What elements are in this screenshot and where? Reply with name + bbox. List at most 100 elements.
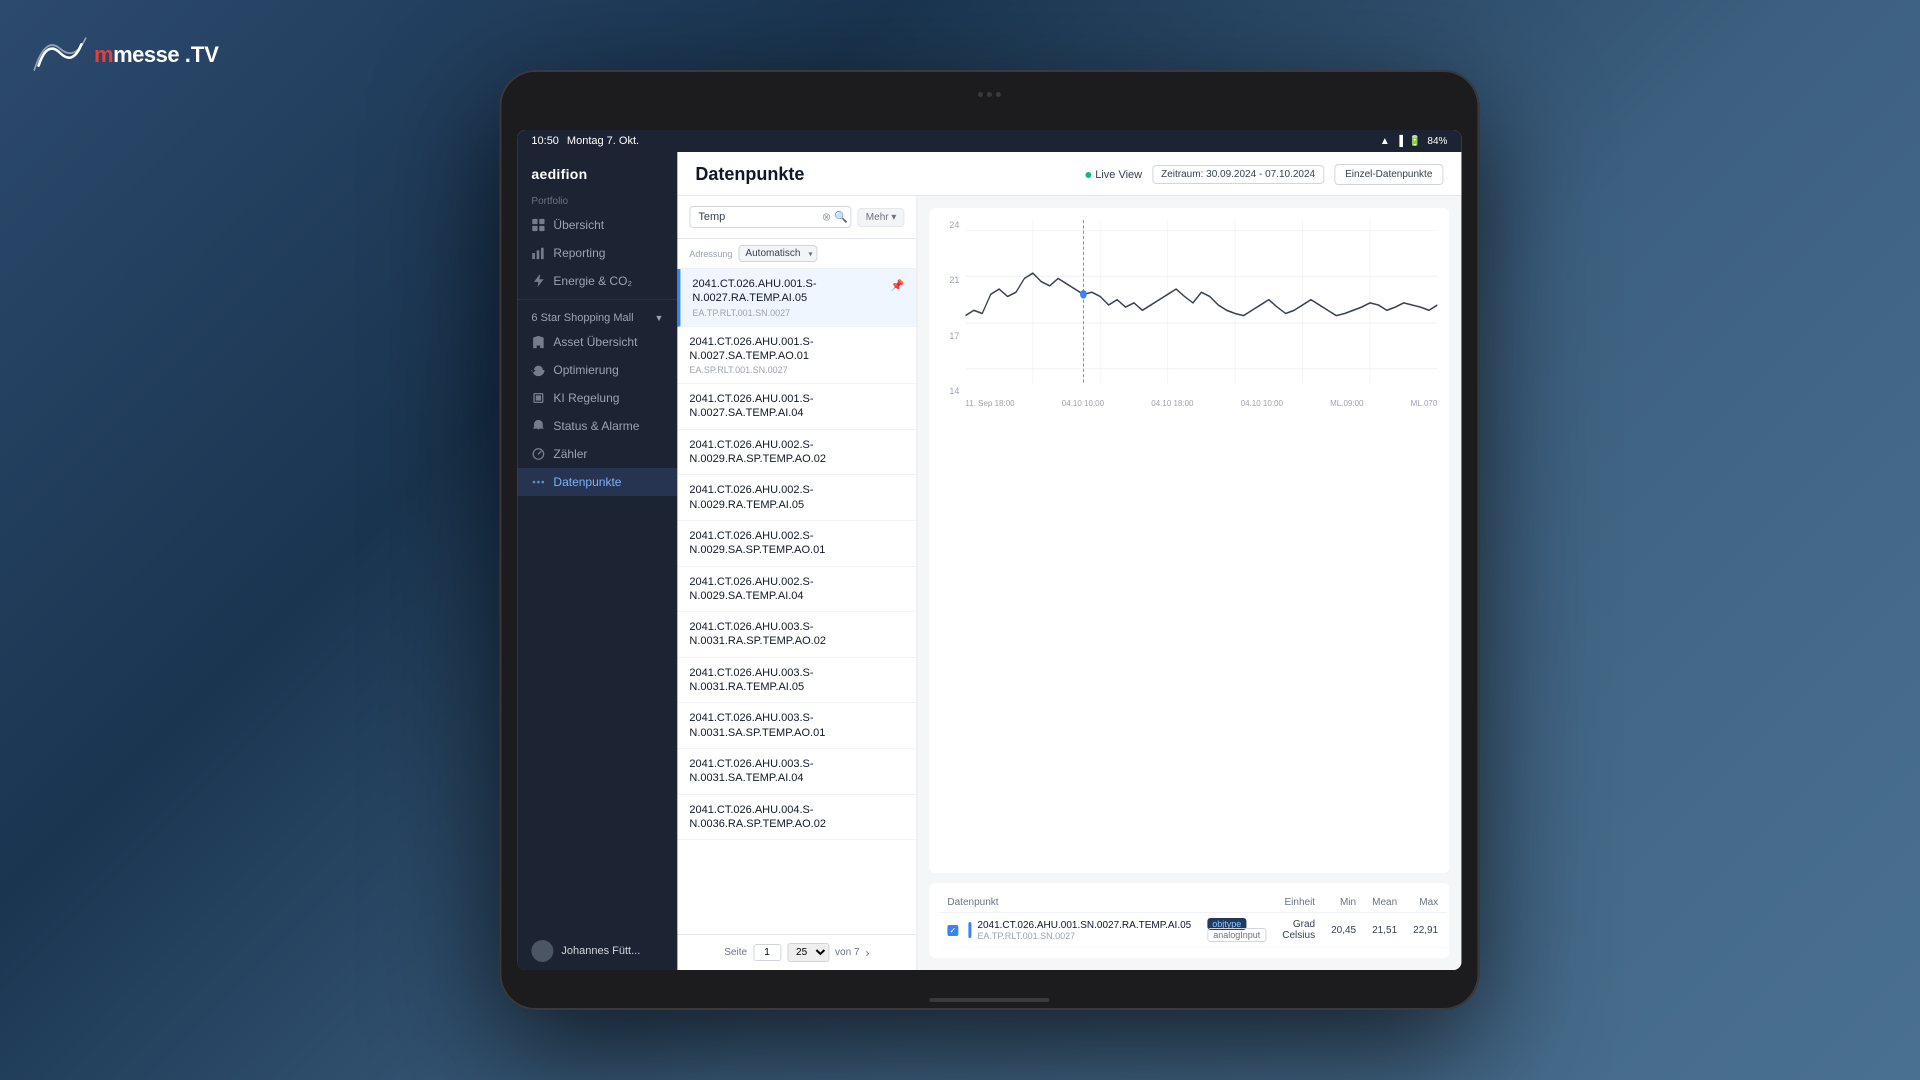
adressung-arrow-icon: ▾ <box>808 249 812 258</box>
list-item[interactable]: 2041.CT.026.AHU.002.S-N.0029.SA.SP.TEMP.… <box>677 521 916 567</box>
app-content: aedifion Portfolio Übersicht Reporting <box>517 152 1461 970</box>
tablet-frame: 10:50 Montag 7. Okt. ▲ ▐ 🔋 84% aedifion … <box>499 70 1479 1010</box>
sidebar-group-label[interactable]: 6 Star Shopping Mall ▼ <box>517 304 677 328</box>
building-icon <box>531 335 545 349</box>
col-header-tags <box>1199 893 1274 913</box>
chart-y-label-max: 24 <box>949 220 959 230</box>
row-max: 22,91 <box>1405 913 1446 948</box>
tablet-screen: 10:50 Montag 7. Okt. ▲ ▐ 🔋 84% aedifion … <box>517 130 1461 970</box>
tag-analoginput[interactable]: analogInput <box>1207 928 1266 942</box>
chart-x-labels: 11. Sep 18:00 04.10 10:00 04.10 18:00 04… <box>965 399 1437 408</box>
sidebar-energie-label: Energie & CO₂ <box>553 274 632 288</box>
list-item[interactable]: 2041.CT.026.AHU.001.S-N.0027.SA.TEMP.AO.… <box>677 327 916 385</box>
sidebar-ki-label: KI Regelung <box>553 391 619 405</box>
main-area: Datenpunkte Live View Zeitraum: 30.09.20… <box>677 152 1461 970</box>
color-indicator <box>968 922 971 938</box>
chart-x-6: ML.070 <box>1411 399 1438 408</box>
user-name: Johannes Fütt... <box>561 945 640 957</box>
chart-container: 24 21 17 14 <box>929 208 1449 873</box>
battery-percent: 84% <box>1427 136 1447 147</box>
sidebar-item-reporting[interactable]: Reporting <box>517 239 677 267</box>
refresh-icon <box>531 363 545 377</box>
row-min: 20,45 <box>1323 913 1364 948</box>
tablet-top-dots <box>978 92 1001 97</box>
export-button[interactable]: Einzel-Datenpunkte <box>1334 164 1443 185</box>
sidebar-zaehler-label: Zähler <box>553 447 587 461</box>
list-item[interactable]: 2041.CT.026.AHU.002.S-N.0029.SA.TEMP.AI.… <box>677 567 916 613</box>
live-view-label: Live View <box>1095 169 1142 181</box>
list-item[interactable]: 2041.CT.026.AHU.002.S-N.0029.RA.SP.TEMP.… <box>677 430 916 476</box>
list-item[interactable]: 2041.CT.026.AHU.002.S-N.0029.RA.TEMP.AI.… <box>677 475 916 521</box>
row-sub: EA.TP.RLT.001.SN.0027 <box>977 931 1191 941</box>
list-item[interactable]: 2041.CT.026.AHU.001.S-N.0027.RA.TEMP.AI.… <box>677 269 916 327</box>
pin-icon: 📌 <box>891 279 905 292</box>
adressung-label: Adressung <box>689 249 732 259</box>
chart-svg <box>965 220 1437 390</box>
live-view-button[interactable]: Live View <box>1085 169 1142 181</box>
list-item[interactable]: 2041.CT.026.AHU.003.S-N.0031.RA.TEMP.AI.… <box>677 658 916 704</box>
sidebar-item-uebersicht[interactable]: Übersicht <box>517 211 677 239</box>
sidebar-datenpunkte-label: Datenpunkte <box>553 475 621 489</box>
cpu-icon <box>531 391 545 405</box>
messe-logo-text: messe <box>113 42 179 67</box>
col-header-min: Min <box>1323 893 1364 913</box>
chart-y-label-mid1: 17 <box>949 331 959 341</box>
chart-x-3: 04.10 18:00 <box>1151 399 1193 408</box>
sidebar-group-name: 6 Star Shopping Mall <box>531 312 633 324</box>
sidebar-item-status-alarme[interactable]: Status & Alarme <box>517 412 677 440</box>
sidebar-item-energie[interactable]: Energie & CO₂ <box>517 267 677 295</box>
tablet-home-bar[interactable] <box>929 998 1049 1002</box>
battery-icon: 🔋 <box>1409 136 1421 147</box>
row-checkbox[interactable]: ✓ <box>947 925 958 936</box>
list-item[interactable]: 2041.CT.026.AHU.003.S-N.0031.SA.SP.TEMP.… <box>677 703 916 749</box>
messe-logo-suffix: .TV <box>185 42 219 67</box>
zeitraum-button[interactable]: Zeitraum: 30.09.2024 - 07.10.2024 <box>1152 165 1324 184</box>
col-header-datenpunkt: Datenpunkt <box>939 893 1199 913</box>
signal-icon: ▐ <box>1396 136 1403 147</box>
pagination-next-icon[interactable]: › <box>866 946 870 960</box>
search-wrap: ⊗ 🔍 <box>689 206 851 228</box>
chevron-down-icon: ▼ <box>654 313 663 323</box>
grid-icon <box>531 218 545 232</box>
sidebar-brand: aedifion <box>517 152 677 190</box>
bell-icon <box>531 419 545 433</box>
sidebar-item-asset-uebersicht[interactable]: Asset Übersicht <box>517 328 677 356</box>
chart-panel: 24 21 17 14 <box>917 196 1461 970</box>
sidebar-optimierung-label: Optimierung <box>553 363 618 377</box>
list-item[interactable]: 2041.CT.026.AHU.001.S-N.0027.SA.TEMP.AI.… <box>677 384 916 430</box>
status-date: Montag 7. Okt. <box>567 135 639 147</box>
list-item[interactable]: 2041.CT.026.AHU.003.S-N.0031.SA.TEMP.AI.… <box>677 749 916 795</box>
chart-x-1: 11. Sep 18:00 <box>965 399 1014 408</box>
dots-icon <box>531 475 545 489</box>
sidebar-item-datenpunkte[interactable]: Datenpunkte <box>517 468 677 496</box>
sidebar-item-optimierung[interactable]: Optimierung <box>517 356 677 384</box>
page-title: Datenpunkte <box>695 164 804 185</box>
chart-bar-icon <box>531 246 545 260</box>
sidebar-asset-label: Asset Übersicht <box>553 335 637 349</box>
user-footer: Johannes Fütt... <box>517 932 677 970</box>
sidebar-item-zaehler[interactable]: Zähler <box>517 440 677 468</box>
list-item[interactable]: 2041.CT.026.AHU.004.S-N.0036.RA.SP.TEMP.… <box>677 795 916 841</box>
list-item[interactable]: 2041.CT.026.AHU.003.S-N.0031.RA.SP.TEMP.… <box>677 612 916 658</box>
mehr-button[interactable]: Mehr ▾ <box>858 208 905 227</box>
search-icon[interactable]: ⊗ 🔍 <box>822 211 848 224</box>
sidebar-item-ki-regelung[interactable]: KI Regelung <box>517 384 677 412</box>
pagination-input[interactable] <box>753 944 781 961</box>
sidebar-divider <box>517 299 677 300</box>
messe-tv-logo: mmesse .TV <box>30 30 219 80</box>
data-list: 2041.CT.026.AHU.001.S-N.0027.RA.TEMP.AI.… <box>677 269 916 934</box>
status-bar: 10:50 Montag 7. Okt. ▲ ▐ 🔋 84% <box>517 130 1461 152</box>
chart-area: 11. Sep 18:00 04.10 10:00 04.10 18:00 04… <box>965 220 1437 410</box>
main-header: Datenpunkte Live View Zeitraum: 30.09.20… <box>677 152 1461 196</box>
meter-icon <box>531 447 545 461</box>
data-table-container: Datenpunkt Einheit Min Mean Max <box>929 883 1449 958</box>
lightning-icon <box>531 274 545 288</box>
wifi-icon: ▲ <box>1380 136 1390 147</box>
status-time: 10:50 <box>531 135 559 147</box>
pagination-size-select[interactable]: 25 50 <box>787 943 829 962</box>
sidebar-reporting-label: Reporting <box>553 246 605 260</box>
col-header-max: Max <box>1405 893 1446 913</box>
main-body: ⊗ 🔍 Mehr ▾ Adressung Automatisch ▾ <box>677 196 1461 970</box>
row-name: 2041.CT.026.AHU.001.SN.0027.RA.TEMP.AI.0… <box>977 920 1191 931</box>
adressung-select[interactable]: Automatisch ▾ <box>738 245 817 262</box>
